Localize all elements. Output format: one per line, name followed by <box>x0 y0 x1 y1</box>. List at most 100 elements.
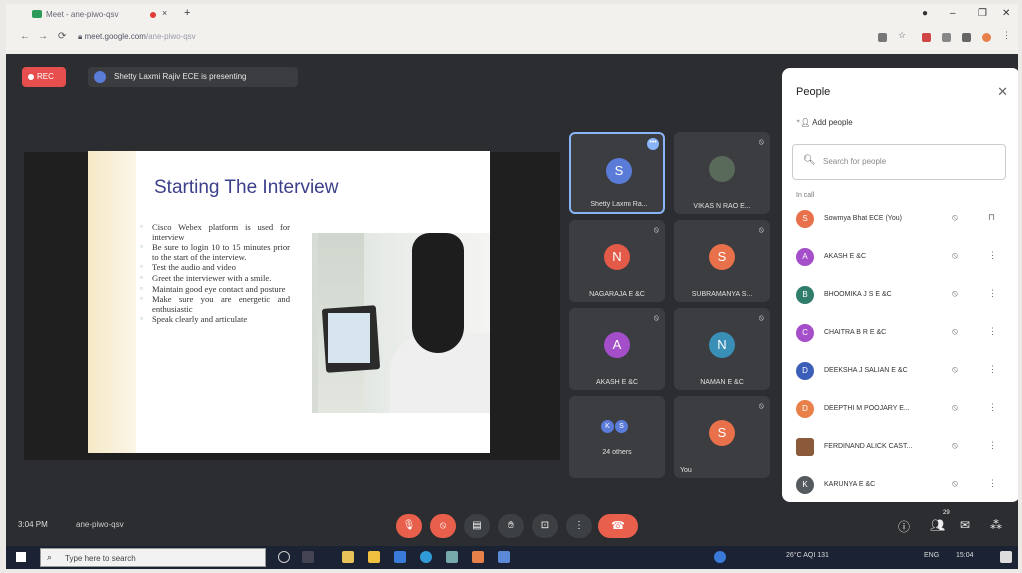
task-view-icon[interactable] <box>302 551 314 563</box>
more-options-icon[interactable]: ⋮ <box>988 402 997 413</box>
participant-count-badge: 29 <box>943 510 950 516</box>
close-icon[interactable]: ✕ <box>997 84 1008 100</box>
avatar: D <box>796 362 814 380</box>
avatar[interactable] <box>982 33 991 42</box>
store-icon[interactable] <box>342 551 354 563</box>
chat-icon[interactable]: ✉︎ <box>960 518 970 532</box>
participant-row[interactable]: D DEEKSHA J SALIAN E &C ⦸ ⋮ <box>792 360 1014 382</box>
avatar: C <box>796 324 814 342</box>
star-icon[interactable]: ☆ <box>898 30 907 40</box>
others-count: 24 others <box>602 449 632 456</box>
participant-row[interactable]: B BHOOMIKA J S E &C ⦸ ⋮ <box>792 284 1014 306</box>
participant-tile[interactable]: ••• S Shetty Laxmi Ra... <box>569 132 665 214</box>
profile-icon[interactable]: ● <box>922 8 928 19</box>
participant-row[interactable]: FERDINAND ALICK CAST... ⦸ ⋮ <box>792 436 1014 458</box>
slide-bullets: Cisco Webex platform is used for intervi… <box>138 222 290 326</box>
participant-row[interactable]: S Sowmya Bhat ECE (You) ⦸ ⊓ <box>792 208 1014 230</box>
info-icon[interactable]: ⓘ <box>898 518 910 535</box>
menu-icon[interactable]: ⋮ <box>1002 30 1011 40</box>
slide-decor-band <box>88 151 136 453</box>
participant-tile[interactable]: ⦸ N NAMAN E &C <box>674 308 770 390</box>
app-icon[interactable] <box>714 551 726 563</box>
participant-tile[interactable]: ⦸ N NAGARAJA E &C <box>569 220 665 302</box>
chrome-icon[interactable] <box>472 551 484 563</box>
url-field[interactable]: 🔒︎ meet.google.com/ane-piwo-qsv <box>78 32 196 42</box>
avatar: S <box>796 210 814 228</box>
slide-title: Starting The Interview <box>154 177 339 198</box>
language-indicator[interactable]: ENG <box>924 552 939 559</box>
participant-row[interactable]: K KARUNYA E &C ⦸ ⋮ <box>792 474 1014 496</box>
end-call-button[interactable]: ☎︎ <box>598 514 638 538</box>
participant-name: BHOOMIKA J S E &C <box>824 291 892 298</box>
extension-icon[interactable] <box>942 33 951 42</box>
recording-badge: REC <box>22 67 66 87</box>
participant-tile[interactable]: ⦸ A AKASH E &C <box>569 308 665 390</box>
mic-toggle-button[interactable]: 🎙︎ <box>396 514 422 538</box>
participant-row[interactable]: A AKASH E &C ⦸ ⋮ <box>792 246 1014 268</box>
browser-tab[interactable]: Meet - ane-piwo-qsv × <box>32 8 182 24</box>
participant-name: FERDINAND ALICK CAST... <box>824 443 913 450</box>
add-people-button[interactable]: ⁺👤︎ Add people <box>796 118 853 127</box>
camera-toggle-button[interactable]: ⦸ <box>430 514 456 538</box>
raise-hand-button[interactable]: ✋︎ <box>498 514 524 538</box>
pin-icon[interactable]: ⊓ <box>988 212 995 223</box>
windows-taskbar: ⌕ Type here to search 26°C AQI 131 ENG 1… <box>6 546 1018 569</box>
participant-tile[interactable]: ⦸ S SUBRAMANYA S... <box>674 220 770 302</box>
participant-name: DEEKSHA J SALIAN E &C <box>824 367 908 374</box>
presentation-slide: Starting The Interview Cisco Webex platf… <box>88 151 490 453</box>
more-options-icon[interactable]: ⋮ <box>988 250 997 261</box>
forward-icon[interactable]: → <box>38 31 48 42</box>
more-options-button[interactable]: ⋮ <box>566 514 592 538</box>
reload-icon[interactable]: ⟳ <box>58 31 66 42</box>
mail-icon[interactable] <box>394 551 406 563</box>
tab-close-button[interactable]: × <box>162 8 167 18</box>
participant-name: NAMAN E &C <box>700 379 744 386</box>
participant-tile[interactable]: ⦸ VIKAS N RAO E... <box>674 132 770 214</box>
windows-start-icon[interactable] <box>16 552 26 562</box>
others-tile[interactable]: K S 24 others <box>569 396 665 478</box>
participant-row[interactable]: C CHAITRA B R E &C ⦸ ⋮ <box>792 322 1014 344</box>
avatar: K <box>601 420 614 433</box>
avatar: S <box>606 158 632 184</box>
maximize-button[interactable]: ❐ <box>978 8 987 19</box>
cortana-icon[interactable] <box>278 551 290 563</box>
search-people-input[interactable]: 🔍︎ Search for people <box>792 144 1006 180</box>
participant-name: DEEPTHI M POOJARY E... <box>824 405 910 412</box>
present-button[interactable]: ⊡ <box>532 514 558 538</box>
more-options-icon[interactable]: ⋮ <box>988 326 997 337</box>
minimize-button[interactable]: – <box>950 8 956 19</box>
slide-bullet: Speak clearly and articulate <box>138 314 290 325</box>
extension-icon[interactable] <box>922 33 931 42</box>
new-tab-button[interactable]: + <box>184 7 190 19</box>
back-icon[interactable]: ← <box>20 31 30 42</box>
mic-off-icon: ⦸ <box>952 212 958 222</box>
app-icon[interactable] <box>446 551 458 563</box>
taskbar-clock[interactable]: 15:04 <box>956 552 974 559</box>
more-options-icon[interactable]: ⋮ <box>988 364 997 375</box>
participant-row[interactable]: D DEEPTHI M POOJARY E... ⦸ ⋮ <box>792 398 1014 420</box>
file-explorer-icon[interactable] <box>368 551 380 563</box>
participant-name: AKASH E &C <box>824 253 867 260</box>
taskbar-search-input[interactable]: ⌕ Type here to search <box>40 548 266 567</box>
avatar: S <box>709 244 735 270</box>
notifications-icon[interactable] <box>1000 551 1012 563</box>
edge-icon[interactable] <box>420 551 432 563</box>
camera-icon[interactable] <box>878 33 887 42</box>
people-icon[interactable]: 👥︎ <box>930 518 945 532</box>
participant-name: NAGARAJA E &C <box>589 291 645 298</box>
more-options-icon[interactable]: ••• <box>647 138 659 150</box>
app-icon[interactable] <box>498 551 510 563</box>
captions-button[interactable]: ▤ <box>464 514 490 538</box>
search-icon: ⌕ <box>47 552 53 562</box>
avatar: B <box>796 286 814 304</box>
weather-widget[interactable]: 26°C AQI 131 <box>786 552 829 559</box>
puzzle-icon[interactable] <box>962 33 971 42</box>
close-window-button[interactable]: ✕ <box>1002 8 1010 19</box>
self-tile[interactable]: ⦸ S You <box>674 396 770 478</box>
avatar: D <box>796 400 814 418</box>
more-options-icon[interactable]: ⋮ <box>988 478 997 489</box>
more-options-icon[interactable]: ⋮ <box>988 440 997 451</box>
avatar <box>796 438 814 456</box>
activities-icon[interactable]: ⁂ <box>990 518 1002 532</box>
more-options-icon[interactable]: ⋮ <box>988 288 997 299</box>
